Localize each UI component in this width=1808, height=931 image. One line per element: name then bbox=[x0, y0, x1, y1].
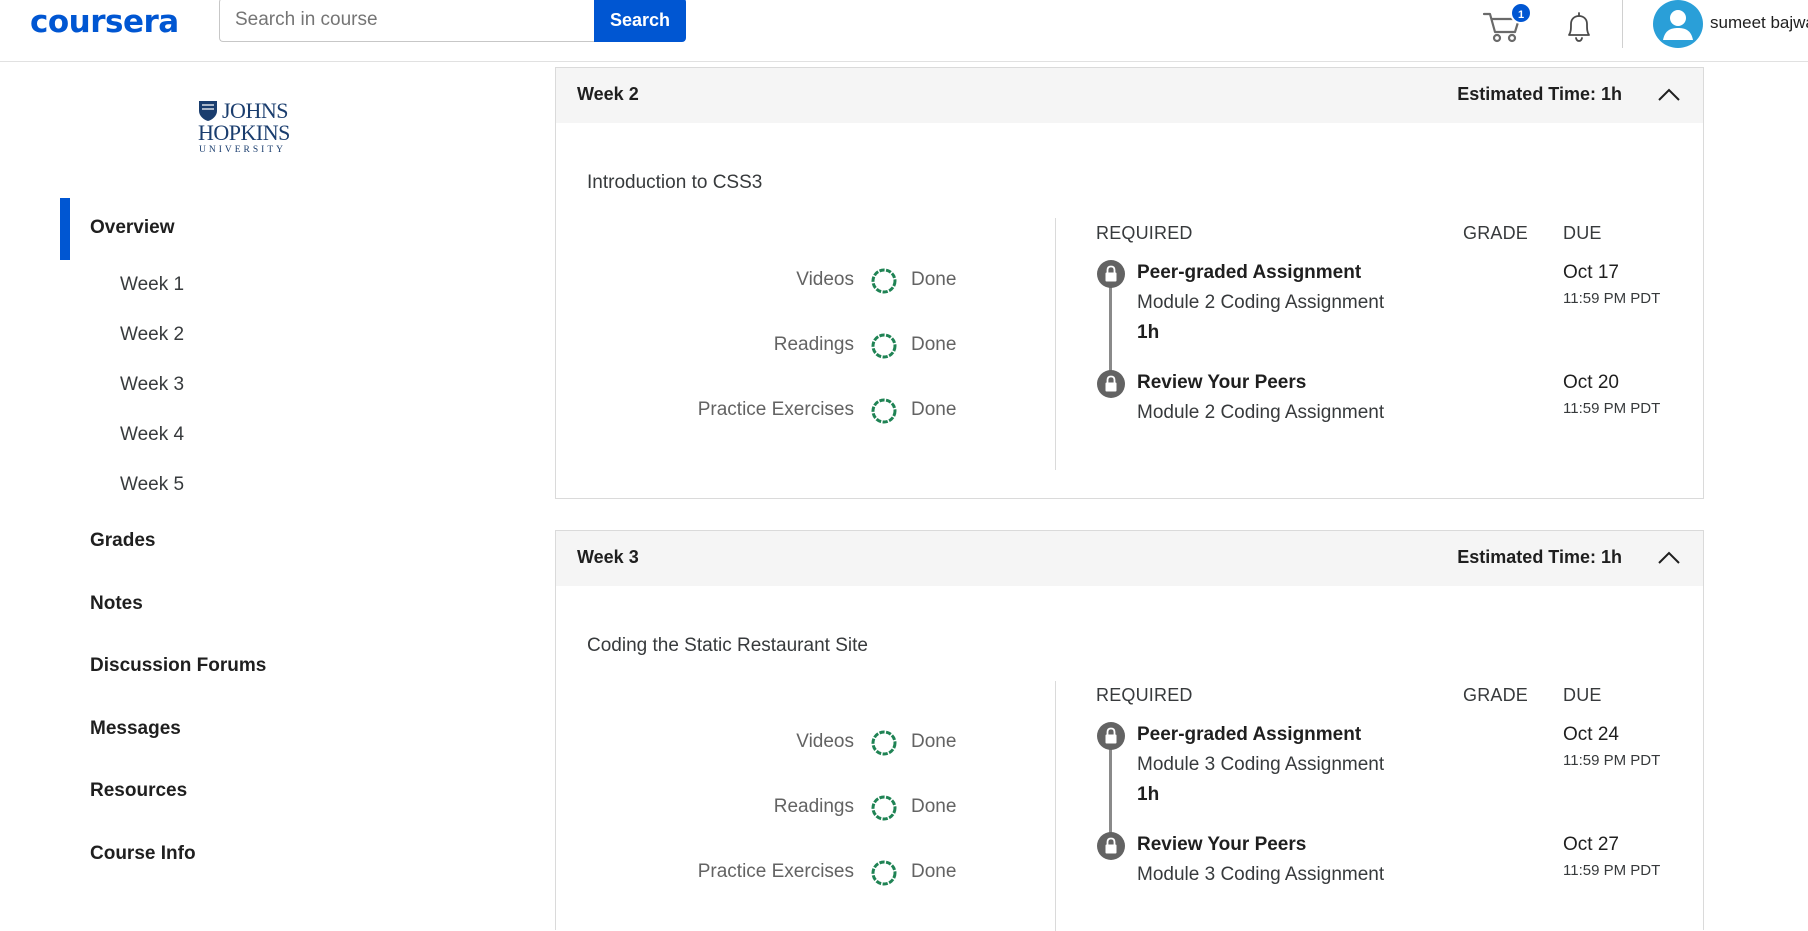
search-button[interactable]: Search bbox=[594, 0, 686, 42]
progress-label-videos: Videos bbox=[796, 269, 854, 290]
university-logo: JOHNS HOPKINS UNIVERSITY bbox=[198, 98, 290, 158]
coursera-logo[interactable]: coursera bbox=[30, 4, 179, 40]
column-header-required: REQUIRED bbox=[1096, 223, 1193, 243]
sidebar-item-week-2[interactable]: Week 2 bbox=[120, 324, 184, 346]
assignment-subtitle[interactable]: Module 2 Coding Assignment bbox=[1137, 402, 1384, 424]
lock-icon bbox=[1097, 722, 1125, 750]
sidebar-item-week-5[interactable]: Week 5 bbox=[120, 474, 184, 496]
assignment-title[interactable]: Review Your Peers bbox=[1137, 372, 1306, 394]
column-divider bbox=[1055, 218, 1056, 470]
timeline-connector bbox=[1109, 745, 1112, 833]
due-date: Oct 17 bbox=[1563, 262, 1619, 283]
due-date: Oct 24 bbox=[1563, 724, 1619, 745]
header-divider bbox=[1622, 0, 1623, 48]
sidebar-item-overview[interactable]: Overview bbox=[90, 217, 175, 239]
progress-status: Done bbox=[911, 861, 957, 882]
progress-ring-icon bbox=[871, 333, 897, 359]
progress-label-readings: Readings bbox=[773, 334, 854, 355]
username[interactable]: sumeet bajwa bbox=[1710, 13, 1808, 33]
assignment-title[interactable]: Peer-graded Assignment bbox=[1137, 262, 1361, 284]
sidebar-item-grades[interactable]: Grades bbox=[90, 530, 155, 552]
progress-status: Done bbox=[911, 796, 957, 817]
progress-label-videos: Videos bbox=[796, 731, 854, 752]
cart-count-badge: 1 bbox=[1510, 2, 1532, 24]
sidebar-item-notes[interactable]: Notes bbox=[90, 593, 143, 615]
progress-ring-icon bbox=[871, 398, 897, 424]
column-header-due: DUE bbox=[1563, 223, 1602, 243]
due-time: 11:59 PM PDT bbox=[1563, 290, 1661, 307]
progress-status: Done bbox=[911, 399, 957, 420]
chevron-up-icon[interactable] bbox=[1657, 87, 1681, 103]
progress-label-practice-exercises: Practice Exercises bbox=[697, 399, 854, 420]
estimated-time: Estimated Time: 1h bbox=[1457, 547, 1622, 567]
lock-icon bbox=[1097, 370, 1125, 398]
column-header-grade: GRADE bbox=[1463, 685, 1529, 705]
assignment-subtitle[interactable]: Module 3 Coding Assignment bbox=[1137, 754, 1384, 776]
estimated-time: Estimated Time: 1h bbox=[1457, 84, 1622, 104]
week-title: Week 3 bbox=[577, 547, 639, 567]
week-title: Week 2 bbox=[577, 84, 639, 104]
assignment-subtitle[interactable]: Module 2 Coding Assignment bbox=[1137, 292, 1384, 314]
chevron-up-icon[interactable] bbox=[1657, 550, 1681, 566]
sidebar-item-week-4[interactable]: Week 4 bbox=[120, 424, 184, 446]
progress-ring-icon bbox=[871, 268, 897, 294]
nav-active-indicator bbox=[60, 198, 70, 260]
university-name-line3: UNIVERSITY bbox=[199, 145, 286, 155]
week-card: Week 3 Estimated Time: 1h Coding the Sta… bbox=[555, 530, 1704, 931]
module-title[interactable]: Introduction to CSS3 bbox=[587, 172, 762, 194]
bell-icon[interactable] bbox=[1563, 10, 1595, 44]
assignment-duration: 1h bbox=[1137, 322, 1160, 343]
assignment-subtitle[interactable]: Module 3 Coding Assignment bbox=[1137, 864, 1384, 886]
progress-status: Done bbox=[911, 334, 957, 355]
lock-icon bbox=[1097, 832, 1125, 860]
sidebar-item-resources[interactable]: Resources bbox=[90, 780, 187, 802]
assignment-duration: 1h bbox=[1137, 784, 1160, 805]
user-icon bbox=[1663, 10, 1693, 40]
column-header-due: DUE bbox=[1563, 685, 1602, 705]
due-time: 11:59 PM PDT bbox=[1563, 752, 1661, 769]
column-divider bbox=[1055, 681, 1056, 931]
timeline-connector bbox=[1109, 283, 1112, 371]
progress-status: Done bbox=[911, 269, 957, 290]
week-header[interactable]: Week 2 Estimated Time: 1h bbox=[556, 68, 1703, 123]
sidebar-item-messages[interactable]: Messages bbox=[90, 718, 181, 740]
search-input[interactable] bbox=[219, 0, 594, 42]
module-title[interactable]: Coding the Static Restaurant Site bbox=[587, 635, 868, 657]
sidebar-item-course-info[interactable]: Course Info bbox=[90, 843, 196, 865]
due-time: 11:59 PM PDT bbox=[1563, 400, 1661, 417]
progress-ring-icon bbox=[871, 795, 897, 821]
progress-ring-icon bbox=[871, 730, 897, 756]
sidebar-item-week-3[interactable]: Week 3 bbox=[120, 374, 184, 396]
top-header: coursera Search 1 sumeet bajwa bbox=[0, 0, 1808, 62]
progress-label-practice-exercises: Practice Exercises bbox=[697, 861, 854, 882]
avatar[interactable] bbox=[1653, 0, 1703, 48]
week-header[interactable]: Week 3 Estimated Time: 1h bbox=[556, 531, 1703, 586]
due-time: 11:59 PM PDT bbox=[1563, 862, 1661, 879]
progress-ring-icon bbox=[871, 860, 897, 886]
university-name-line2: HOPKINS bbox=[198, 120, 290, 145]
assignment-title[interactable]: Peer-graded Assignment bbox=[1137, 724, 1361, 746]
lock-icon bbox=[1097, 260, 1125, 288]
due-date: Oct 27 bbox=[1563, 834, 1619, 855]
sidebar-item-discussion-forums[interactable]: Discussion Forums bbox=[90, 655, 266, 677]
progress-label-readings: Readings bbox=[773, 796, 854, 817]
assignment-title[interactable]: Review Your Peers bbox=[1137, 834, 1306, 856]
column-header-grade: GRADE bbox=[1463, 223, 1529, 243]
due-date: Oct 20 bbox=[1563, 372, 1619, 393]
sidebar-item-week-1[interactable]: Week 1 bbox=[120, 274, 184, 296]
week-card: Week 2 Estimated Time: 1h Introduction t… bbox=[555, 67, 1704, 499]
shield-icon bbox=[199, 101, 217, 121]
progress-status: Done bbox=[911, 731, 957, 752]
column-header-required: REQUIRED bbox=[1096, 685, 1193, 705]
